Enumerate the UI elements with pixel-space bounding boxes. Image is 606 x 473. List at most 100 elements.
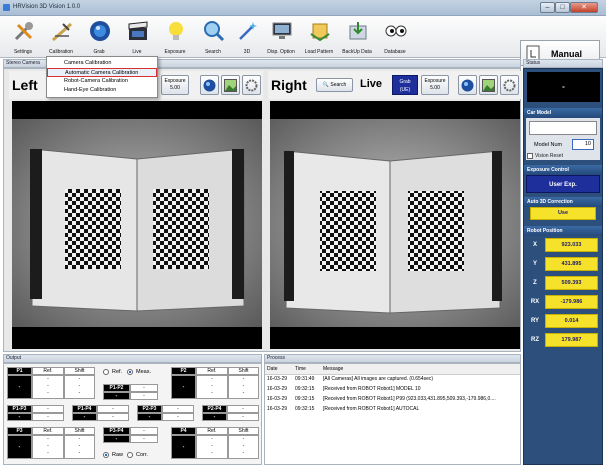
menu-item-camera-calibration[interactable]: Camera Calibration: [47, 59, 157, 68]
table-row[interactable]: 16-03-29 09:32:15 [Received from ROBOT Rob…: [265, 404, 520, 414]
car-model-header: Car Model: [524, 108, 602, 118]
output-header: Output: [3, 354, 262, 363]
magnifier-icon: [204, 21, 225, 42]
row-date: 16-03-29: [267, 386, 288, 392]
model-num-label: Model Num: [534, 142, 563, 148]
robot-axis-label: X: [532, 242, 537, 248]
p4-ref-v2: -: [211, 443, 213, 449]
table-row[interactable]: 16-03-29 09:32:15 [Received from ROBOT Rob…: [265, 384, 520, 394]
right-search-button[interactable]: 🔍 Search: [316, 78, 353, 92]
settings-button[interactable]: Settings: [4, 16, 42, 58]
p2-shift-label: Shift: [228, 367, 259, 375]
use-button[interactable]: Use: [530, 207, 596, 220]
p3p4-value-2: -: [130, 435, 158, 443]
calibration-label: Calibration: [49, 49, 73, 55]
left-settings-button[interactable]: [242, 75, 261, 95]
3d-button[interactable]: 3D: [228, 16, 266, 58]
load-pattern-button[interactable]: Load Pattern: [300, 16, 338, 58]
menu-item-automatic-camera-calibration[interactable]: Automatic Camera Calibration: [47, 68, 157, 77]
live-button[interactable]: Live: [118, 16, 156, 58]
left-camera-image: [12, 119, 262, 327]
exposure-button[interactable]: Exposure: [156, 16, 194, 58]
database-button[interactable]: Database: [376, 16, 414, 58]
minimize-button[interactable]: –: [540, 2, 555, 13]
p1-value-key: -: [7, 375, 32, 399]
robot-axis-label: Z: [533, 280, 537, 286]
exposure-control-header: Exposure Control: [524, 165, 602, 175]
right-image-button[interactable]: [479, 75, 498, 95]
left-camera-view[interactable]: [12, 101, 262, 349]
left-exposure-button[interactable]: Exposure 5.00: [161, 75, 189, 95]
robot-position-header: Robot Position: [524, 226, 602, 236]
p3p4-value-1: -: [130, 427, 158, 435]
toolbar: Settings Calibration Grab Live Exposure …: [0, 16, 606, 66]
right-grab-button[interactable]: Grab (UE): [392, 75, 418, 95]
grab-button[interactable]: Grab: [80, 16, 118, 58]
raw-radio-label: Raw: [112, 452, 124, 458]
table-row[interactable]: 16-03-29 09:32:15 [Received from ROBOT Rob…: [265, 394, 520, 404]
p1p4-value-1: -: [97, 405, 129, 413]
robot-axis-value: 923.033: [545, 238, 598, 252]
status-header: Status: [523, 59, 603, 68]
close-button[interactable]: ✕: [570, 2, 598, 13]
p3-shift-v1: -: [78, 436, 81, 442]
row-time: 09:32:15: [295, 396, 315, 402]
right-exposure-label: Exposure: [424, 78, 446, 84]
p3-ref-v3: -: [47, 450, 49, 456]
table-row[interactable]: 16-03-29 09:31:49 [All Cameras] All images…: [265, 374, 520, 384]
right-camera-view[interactable]: [270, 101, 520, 349]
calibration-button[interactable]: Calibration: [42, 16, 80, 58]
robot-axis-label: RZ: [531, 337, 539, 343]
process-header: Process: [264, 354, 521, 363]
auto3d-header: Auto 3D Correction: [524, 197, 602, 207]
p4-ref-label: Ref.: [196, 427, 228, 435]
search-button[interactable]: Search: [194, 16, 232, 58]
left-image-button[interactable]: [221, 75, 240, 95]
backup-data-button[interactable]: BackUp Data: [338, 16, 376, 58]
grab-label: Grab: [93, 49, 105, 55]
wrench-screwdriver-icon: [14, 22, 33, 41]
car-model-field[interactable]: [529, 121, 597, 135]
row-message: [Received from ROBOT Robot1] MODEL 10: [323, 386, 421, 392]
right-settings-button[interactable]: [500, 75, 519, 95]
disp-option-button[interactable]: Disp. Option: [262, 16, 300, 58]
menu-item-robot-camera-calibration[interactable]: Robot-Camera Calibration: [47, 77, 157, 86]
left-exposure-value: 5.00: [170, 85, 180, 91]
menu-item-hand-eye-calibration[interactable]: Hand-Eye Calibration: [47, 86, 157, 95]
robot-axis-value: 0.014: [545, 314, 598, 328]
right-exposure-button[interactable]: Exposure 5.00: [421, 75, 449, 95]
image-icon: [224, 79, 237, 92]
corr-radio[interactable]: [127, 452, 133, 458]
p3-ref-label: Ref.: [32, 427, 64, 435]
image-icon: [482, 79, 495, 92]
maximize-button[interactable]: □: [555, 2, 570, 13]
window-title: HRVision 3D Vision 1.0.0: [13, 4, 81, 10]
corr-radio-label: Corr.: [136, 452, 148, 458]
p3-shift-label: Shift: [64, 427, 95, 435]
left-grab-button[interactable]: [200, 75, 219, 95]
col-time: Time: [295, 365, 306, 372]
robot-axis-value: 431.895: [545, 257, 598, 271]
p4-shift-v3: -: [242, 450, 245, 456]
user-exp-button[interactable]: User Exp.: [526, 175, 600, 193]
vision-reset-checkbox[interactable]: [527, 153, 533, 159]
app-icon: [3, 4, 10, 11]
robot-axis-label: RY: [530, 318, 540, 324]
model-num-field[interactable]: 10: [572, 139, 594, 150]
p1-ref-v3: -: [47, 390, 49, 396]
raw-radio[interactable]: [103, 452, 109, 458]
grab-sphere-icon: [203, 79, 216, 92]
p4-ref-v3: -: [211, 450, 213, 456]
p2-label: P2: [171, 367, 196, 375]
process-log[interactable]: Date Time Message 16-03-29 09:31:49 [All C…: [264, 363, 521, 465]
ref-radio-label: Ref.: [112, 369, 123, 375]
robot-axis-value: -179.986: [545, 295, 598, 309]
robot-axis-label: RX: [530, 299, 540, 305]
meas-radio[interactable]: [127, 369, 133, 375]
ref-radio[interactable]: [103, 369, 109, 375]
backup-icon: [349, 22, 367, 40]
p2p4-value-1: -: [227, 405, 259, 413]
right-grab-icon-button[interactable]: [458, 75, 477, 95]
col-date: Date: [267, 365, 278, 372]
p2-ref-label: Ref.: [196, 367, 228, 375]
